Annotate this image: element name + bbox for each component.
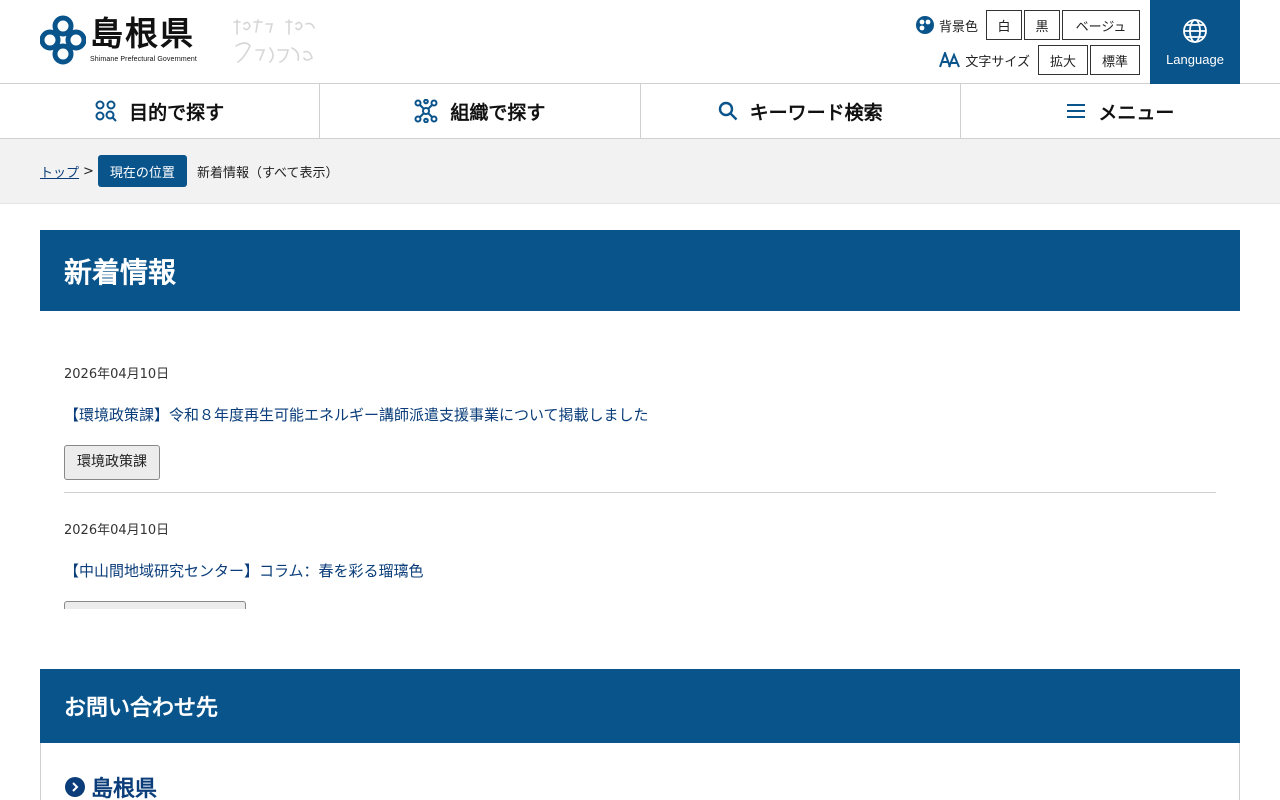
chevron-right-icon xyxy=(65,777,85,797)
breadcrumb-separator: > xyxy=(83,163,94,179)
font-size-icon xyxy=(939,52,961,68)
bg-black-button[interactable]: 黒 xyxy=(1024,10,1060,40)
nav-purpose[interactable]: 目的で探す xyxy=(0,84,321,138)
font-size-row: 文字サイズ 拡大 標準 xyxy=(939,45,1140,75)
font-enlarge-button[interactable]: 拡大 xyxy=(1038,45,1088,75)
news-item: 2026年04月10日 【環境政策課】令和８年度再生可能エネルギー講師派遣支援事… xyxy=(64,311,1216,493)
bg-white-button[interactable]: 白 xyxy=(986,10,1022,40)
background-color-label: 背景色 xyxy=(938,19,978,35)
nav-menu[interactable]: メニュー xyxy=(961,84,1280,138)
site-header: 島根県 Shimane Prefectural Government 背景色 白… xyxy=(0,0,1280,84)
contact-box: 島根県 xyxy=(40,743,1240,800)
nav-organization[interactable]: 組織で探す xyxy=(320,84,641,138)
slogan-logo-icon xyxy=(233,19,315,63)
news-item: 2026年04月10日 【中山間地域研究センター】コラム：春を彩る瑠璃色 xyxy=(64,493,1216,609)
main-content: 新着情報 2026年04月10日 【環境政策課】令和８年度再生可能エネルギー講師… xyxy=(0,204,1280,800)
purpose-icon xyxy=(95,100,117,122)
bg-beige-button[interactable]: ベージュ xyxy=(1062,10,1140,40)
nav-keyword-search-label: キーワード検索 xyxy=(749,101,883,124)
palette-icon xyxy=(915,16,934,34)
contact-title: お問い合わせ先 xyxy=(40,669,1240,743)
contact-organization[interactable]: 島根県 xyxy=(65,771,1239,800)
organization-icon xyxy=(414,99,438,123)
news-date: 2026年04月10日 xyxy=(64,367,170,382)
site-logo[interactable]: 島根県 Shimane Prefectural Government xyxy=(40,14,197,66)
menu-icon xyxy=(1067,104,1086,118)
breadcrumb-current: 新着情報（すべて表示） xyxy=(196,165,339,181)
language-button[interactable]: Language xyxy=(1150,0,1240,84)
news-title-link[interactable]: 【環境政策課】令和８年度再生可能エネルギー講師派遣支援事業について掲載しました xyxy=(64,404,1216,425)
news-list: 2026年04月10日 【環境政策課】令和８年度再生可能エネルギー講師派遣支援事… xyxy=(64,311,1216,609)
globe-icon xyxy=(1183,18,1207,43)
background-color-row: 背景色 白 黒 ベージュ xyxy=(915,10,1140,40)
current-location-badge: 現在の位置 xyxy=(97,155,187,187)
news-title-link[interactable]: 【中山間地域研究センター】コラム：春を彩る瑠璃色 xyxy=(64,560,1216,581)
search-icon xyxy=(718,101,737,121)
nav-menu-label: メニュー xyxy=(1098,101,1175,124)
page-title: 新着情報 xyxy=(40,230,1240,311)
news-category-tag[interactable]: 環境政策課 xyxy=(64,445,160,480)
logo-title: 島根県 xyxy=(90,14,195,53)
language-label: Language xyxy=(1166,51,1224,67)
contact-organization-name: 島根県 xyxy=(91,777,158,800)
breadcrumb: トップ > 現在の位置 新着情報（すべて表示） xyxy=(0,139,1280,204)
nav-purpose-label: 目的で探す xyxy=(129,101,225,124)
nav-keyword-search[interactable]: キーワード検索 xyxy=(641,84,961,138)
news-category-tag[interactable] xyxy=(64,601,246,609)
nav-organization-label: 組織で探す xyxy=(450,101,546,124)
global-nav: 目的で探す 組織で探す キーワード検索 メニュー xyxy=(0,84,1280,139)
breadcrumb-top-link[interactable]: トップ xyxy=(40,162,79,181)
font-standard-button[interactable]: 標準 xyxy=(1090,45,1140,75)
font-size-label: 文字サイズ xyxy=(965,54,1030,70)
news-date: 2026年04月10日 xyxy=(64,523,170,538)
logo-subtitle: Shimane Prefectural Government xyxy=(90,56,197,63)
prefecture-emblem-icon xyxy=(40,15,86,65)
